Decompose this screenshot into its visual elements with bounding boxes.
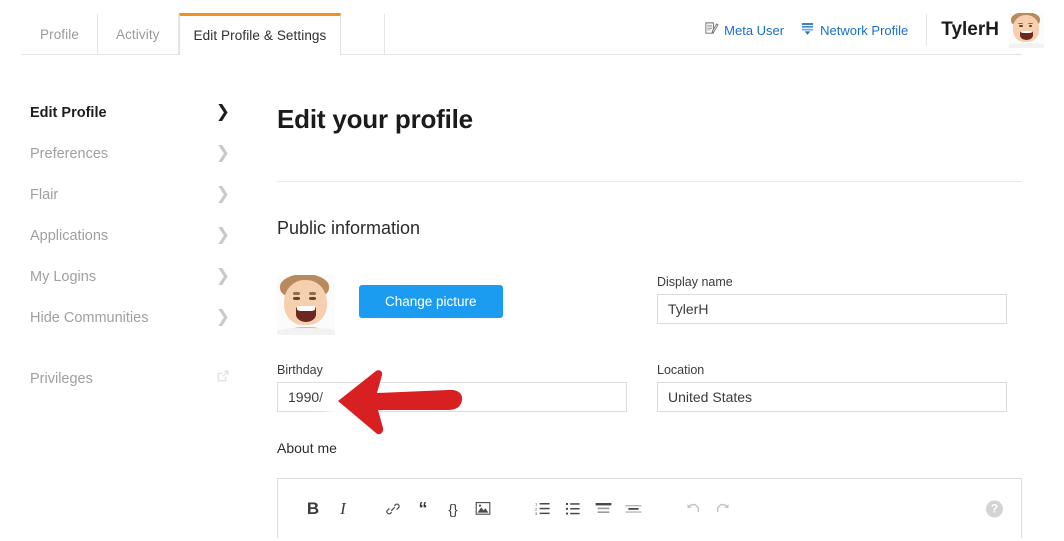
meta-user-icon	[704, 21, 719, 39]
sidebar-item-label: My Logins	[30, 268, 97, 285]
sidebar-item-privileges[interactable]: Privileges	[30, 358, 230, 399]
bullet-list-icon[interactable]	[558, 494, 588, 524]
top-right-nav: Meta User Network Profile TylerH	[704, 10, 1044, 50]
sidebar-item-flair[interactable]: Flair ❯	[30, 174, 230, 215]
username-label[interactable]: TylerH	[941, 19, 999, 41]
tab-activity-label: Activity	[115, 27, 160, 42]
chevron-right-icon: ❯	[215, 225, 230, 245]
sidebar-item-label: Preferences	[30, 145, 109, 162]
link-icon[interactable]	[378, 494, 408, 524]
tab-spacer	[341, 14, 386, 55]
external-link-icon	[216, 369, 230, 388]
tab-profile[interactable]: Profile	[22, 14, 98, 55]
display-name-column: Display name TylerH	[657, 275, 1022, 335]
form-row-birthday-location: Birthday 1990/ Location United States	[277, 363, 1022, 412]
form-row-picture-name: Change picture Display name TylerH	[277, 275, 1022, 335]
sidebar-item-edit-profile[interactable]: Edit Profile ❯	[30, 92, 230, 133]
profile-picture[interactable]	[277, 275, 335, 335]
display-name-input[interactable]: TylerH	[657, 294, 1007, 324]
birthday-label: Birthday	[277, 363, 323, 377]
bold-icon[interactable]: B	[298, 494, 328, 524]
profile-form: Change picture Display name TylerH Birth…	[277, 275, 1022, 412]
about-me-label: About me	[277, 440, 337, 456]
sidebar-item-label: Flair	[30, 186, 59, 203]
section-divider	[277, 181, 1022, 182]
chevron-right-icon: ❯	[215, 102, 230, 122]
quote-icon[interactable]: “	[408, 494, 438, 524]
picture-column: Change picture	[277, 275, 657, 335]
image-icon[interactable]	[468, 494, 498, 524]
network-profile-link[interactable]: Network Profile	[800, 21, 908, 39]
section-title-public-information: Public information	[277, 218, 421, 238]
heading-icon[interactable]	[588, 494, 618, 524]
code-icon[interactable]: {}	[438, 494, 468, 524]
main-content: Edit your profile Public information Cha…	[277, 92, 1022, 538]
sidebar-item-applications[interactable]: Applications ❯	[30, 215, 230, 256]
sidebar-item-label: Edit Profile	[30, 104, 107, 121]
location-label: Location	[657, 363, 705, 377]
display-name-label: Display name	[657, 275, 733, 289]
chevron-right-icon: ❯	[215, 184, 230, 204]
nav-divider	[926, 14, 928, 46]
tab-edit-profile-settings-label: Edit Profile & Settings	[193, 28, 327, 43]
location-column: Location United States	[657, 363, 1022, 412]
change-picture-button[interactable]: Change picture	[359, 285, 503, 318]
italic-icon[interactable]: I	[328, 494, 358, 524]
meta-user-link[interactable]: Meta User	[704, 21, 784, 39]
svg-text:3: 3	[535, 511, 538, 516]
network-profile-label: Network Profile	[820, 22, 909, 38]
sidebar: Edit Profile ❯ Preferences ❯ Flair ❯ App…	[30, 92, 230, 399]
help-icon[interactable]: ?	[986, 500, 1003, 517]
network-profile-icon	[800, 21, 815, 39]
annotation-blur-patch	[318, 383, 354, 417]
chevron-right-icon: ❯	[215, 307, 230, 327]
avatar[interactable]	[1009, 12, 1044, 48]
sidebar-item-preferences[interactable]: Preferences ❯	[30, 133, 230, 174]
tab-bar: Profile Activity Edit Profile & Settings	[22, 13, 386, 56]
sidebar-item-label: Hide Communities	[30, 309, 149, 326]
tab-profile-label: Profile	[40, 27, 79, 42]
redo-icon[interactable]	[708, 494, 738, 524]
chevron-right-icon: ❯	[215, 143, 230, 163]
undo-icon[interactable]	[678, 494, 708, 524]
tab-activity[interactable]: Activity	[98, 14, 179, 55]
page-title: Edit your profile	[277, 104, 473, 134]
ordered-list-icon[interactable]: 1 2 3	[528, 494, 558, 524]
sidebar-item-my-logins[interactable]: My Logins ❯	[30, 256, 230, 297]
meta-user-label: Meta User	[724, 22, 785, 38]
location-input[interactable]: United States	[657, 382, 1007, 412]
tab-edit-profile-settings[interactable]: Edit Profile & Settings	[178, 13, 342, 56]
about-me-editor: B I “ {} 1 2 3 ?	[277, 478, 1022, 538]
sidebar-item-label: Privileges	[30, 370, 93, 387]
horizontal-rule-icon[interactable]	[618, 494, 648, 524]
chevron-right-icon: ❯	[215, 266, 230, 286]
top-bar: Profile Activity Edit Profile & Settings…	[0, 0, 1064, 56]
top-bar-divider	[22, 54, 1022, 55]
sidebar-item-label: Applications	[30, 227, 109, 244]
profile-picture-group: Change picture	[277, 275, 657, 335]
sidebar-item-hide-communities[interactable]: Hide Communities ❯	[30, 297, 230, 338]
